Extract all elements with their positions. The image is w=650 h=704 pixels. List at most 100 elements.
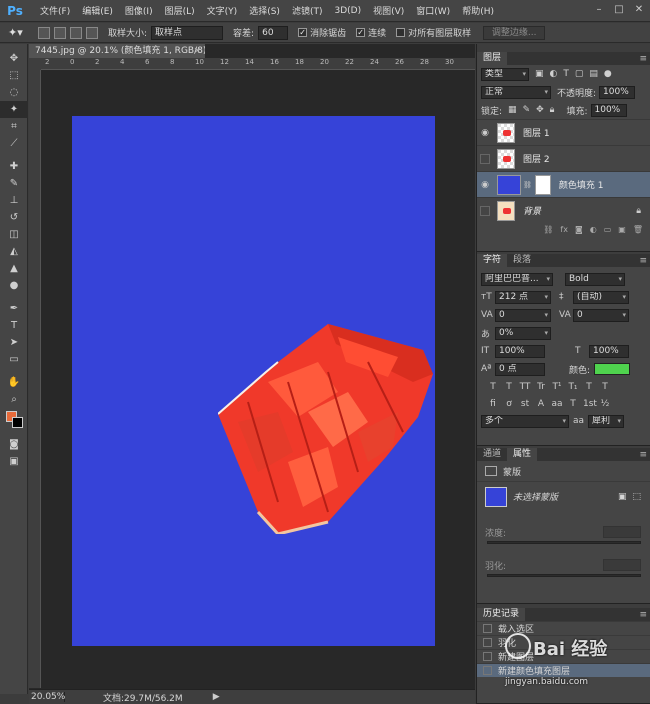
pixel-filter-icon[interactable]: ▣ xyxy=(535,69,544,79)
small-caps-button[interactable]: Tr xyxy=(535,382,547,392)
vector-mask-icon[interactable]: ⬚ xyxy=(632,492,641,502)
close-icon[interactable]: ✕ xyxy=(632,3,646,17)
crop-tool-icon[interactable]: ⌗ xyxy=(0,118,28,135)
tab-history[interactable]: 历史记录 xyxy=(477,608,526,621)
history-state-box[interactable] xyxy=(483,666,492,675)
magic-wand-preset-icon[interactable]: ✦▾ xyxy=(8,25,34,41)
hand-tool-icon[interactable]: ✋ xyxy=(0,374,28,391)
history-state-box[interactable] xyxy=(483,638,492,647)
horizontal-scale-input[interactable]: 100% xyxy=(589,344,629,358)
layer-row[interactable]: 图层 2 xyxy=(477,145,650,171)
tab-paragraph[interactable]: 段落 xyxy=(507,254,537,267)
all-layers-checkbox[interactable]: 对所有图层取样 xyxy=(396,26,471,39)
density-slider[interactable] xyxy=(487,541,641,544)
tab-channels[interactable]: 通道 xyxy=(477,448,507,461)
contextual-alternates-button[interactable]: ơ xyxy=(503,399,515,409)
menu-edit[interactable]: 编辑(E) xyxy=(76,4,119,17)
clone-stamp-tool-icon[interactable]: ⊥ xyxy=(0,192,28,209)
tolerance-input[interactable]: 60 xyxy=(258,25,289,40)
antialias-checkbox[interactable]: ✓ 消除锯齿 xyxy=(298,26,346,39)
history-state-box[interactable] xyxy=(483,652,492,661)
subscript-button[interactable]: T₁ xyxy=(567,382,579,392)
blur-tool-icon[interactable]: ▲ xyxy=(0,260,28,277)
screen-mode-icon[interactable]: ▣ xyxy=(0,453,28,470)
visibility-off-box[interactable] xyxy=(480,153,490,164)
strikethrough-button[interactable]: T xyxy=(599,382,611,392)
tab-character[interactable]: 字符 xyxy=(477,254,508,267)
discretionary-ligatures-button[interactable]: st xyxy=(519,399,531,409)
menu-layer[interactable]: 图层(L) xyxy=(159,4,201,17)
link-layers-icon[interactable]: ⛓ xyxy=(543,225,553,234)
refine-edge-button[interactable]: 调整边缘... xyxy=(483,25,546,40)
menu-window[interactable]: 窗口(W) xyxy=(410,4,456,17)
underline-button[interactable]: T xyxy=(583,382,595,392)
kerning-input[interactable]: 0 ▾ xyxy=(495,308,551,322)
menu-type[interactable]: 文字(Y) xyxy=(201,4,244,17)
panel-menu-icon[interactable]: ≡ xyxy=(639,450,647,460)
move-tool-icon[interactable]: ✥ xyxy=(0,50,28,67)
vertical-ruler[interactable] xyxy=(29,70,41,688)
menu-help[interactable]: 帮助(H) xyxy=(456,4,500,17)
tracking-input[interactable]: 0 ▾ xyxy=(573,308,629,322)
add-mask-icon[interactable]: ◙ xyxy=(575,225,583,234)
swash-button[interactable]: A xyxy=(535,399,547,409)
brush-tool-icon[interactable]: ✎ xyxy=(0,175,28,192)
color-swatches[interactable] xyxy=(0,408,28,436)
font-style-select[interactable]: Bold ▾ xyxy=(565,272,625,286)
contiguous-checkbox[interactable]: ✓ 连续 xyxy=(356,26,386,39)
menu-filter[interactable]: 滤镜(T) xyxy=(286,4,329,17)
delete-layer-icon[interactable]: 🗑︎ xyxy=(633,225,643,234)
density-input[interactable] xyxy=(603,526,641,538)
adjustment-filter-icon[interactable]: ◐ xyxy=(550,69,558,79)
intersect-selection-icon[interactable] xyxy=(86,26,98,39)
minimize-icon[interactable]: – xyxy=(592,3,606,17)
eyedropper-tool-icon[interactable]: ⟋ xyxy=(0,135,28,152)
type-tool-icon[interactable]: T xyxy=(0,317,28,334)
document-tab[interactable]: 7445.jpg @ 20.1% (颜色填充 1, RGB/8) * × xyxy=(29,44,205,58)
paint-bucket-tool-icon[interactable]: ◭ xyxy=(0,243,28,260)
close-document-icon[interactable]: × xyxy=(193,44,201,58)
menu-3d[interactable]: 3D(D) xyxy=(328,6,367,16)
menu-image[interactable]: 图像(I) xyxy=(119,4,159,17)
superscript-button[interactable]: T¹ xyxy=(551,382,563,392)
dodge-tool-icon[interactable]: ● xyxy=(0,277,28,294)
smart-object-filter-icon[interactable]: ▤ xyxy=(589,69,598,79)
shape-filter-icon[interactable]: ▢ xyxy=(575,69,584,79)
menu-view[interactable]: 视图(V) xyxy=(367,4,410,17)
titling-alternates-button[interactable]: T xyxy=(567,399,579,409)
stylistic-alternates-button[interactable]: aa xyxy=(551,399,563,409)
visibility-off-box[interactable] xyxy=(480,205,490,216)
lasso-tool-icon[interactable]: ◌ xyxy=(0,84,28,101)
visibility-eye-icon[interactable]: ◉ xyxy=(477,128,493,138)
all-caps-button[interactable]: TT xyxy=(519,382,531,392)
layer-row[interactable]: 背景 🔒︎ xyxy=(477,197,650,223)
layer-kind-filter[interactable]: 类型 ▾ xyxy=(481,67,529,81)
pen-tool-icon[interactable]: ✒ xyxy=(0,300,28,317)
feather-slider[interactable] xyxy=(487,574,641,577)
layer-mask-thumbnail[interactable] xyxy=(534,174,551,195)
filter-toggle-icon[interactable]: ● xyxy=(604,69,612,79)
panel-menu-icon[interactable]: ≡ xyxy=(639,54,647,64)
magic-wand-tool-icon[interactable]: ✦ xyxy=(0,101,28,118)
fill-input[interactable]: 100% xyxy=(590,103,627,117)
adjustment-layer-icon[interactable]: ◐ xyxy=(590,225,597,234)
leading-input[interactable]: (自动) ▾ xyxy=(573,290,629,304)
tsume-input[interactable]: 0% ▾ xyxy=(495,326,551,340)
pixel-mask-icon[interactable]: ▣ xyxy=(618,492,627,502)
baseline-shift-input[interactable]: 0 点 xyxy=(495,362,545,376)
tab-properties[interactable]: 属性 xyxy=(507,448,538,461)
sample-size-select[interactable]: 取样点 xyxy=(151,25,224,40)
add-selection-icon[interactable] xyxy=(54,26,66,39)
quick-mask-icon[interactable]: ◙ xyxy=(0,436,28,453)
status-menu-arrow-icon[interactable]: ▶ xyxy=(213,692,220,702)
lock-position-icon[interactable]: ✥ xyxy=(536,105,544,115)
layer-row-selected[interactable]: ◉ ⛓ 颜色填充 1 xyxy=(477,171,650,197)
ligatures-button[interactable]: fi xyxy=(487,399,499,409)
vertical-scale-input[interactable]: 100% xyxy=(495,344,545,358)
new-selection-icon[interactable] xyxy=(38,26,50,39)
subtract-selection-icon[interactable] xyxy=(70,26,82,39)
image-canvas[interactable] xyxy=(72,116,435,646)
horizontal-ruler[interactable]: 2 0 2 4 6 8 10 12 14 16 18 20 22 24 26 28 30 xyxy=(41,58,475,70)
faux-italic-button[interactable]: T xyxy=(503,382,515,392)
history-state-box[interactable] xyxy=(483,624,492,633)
